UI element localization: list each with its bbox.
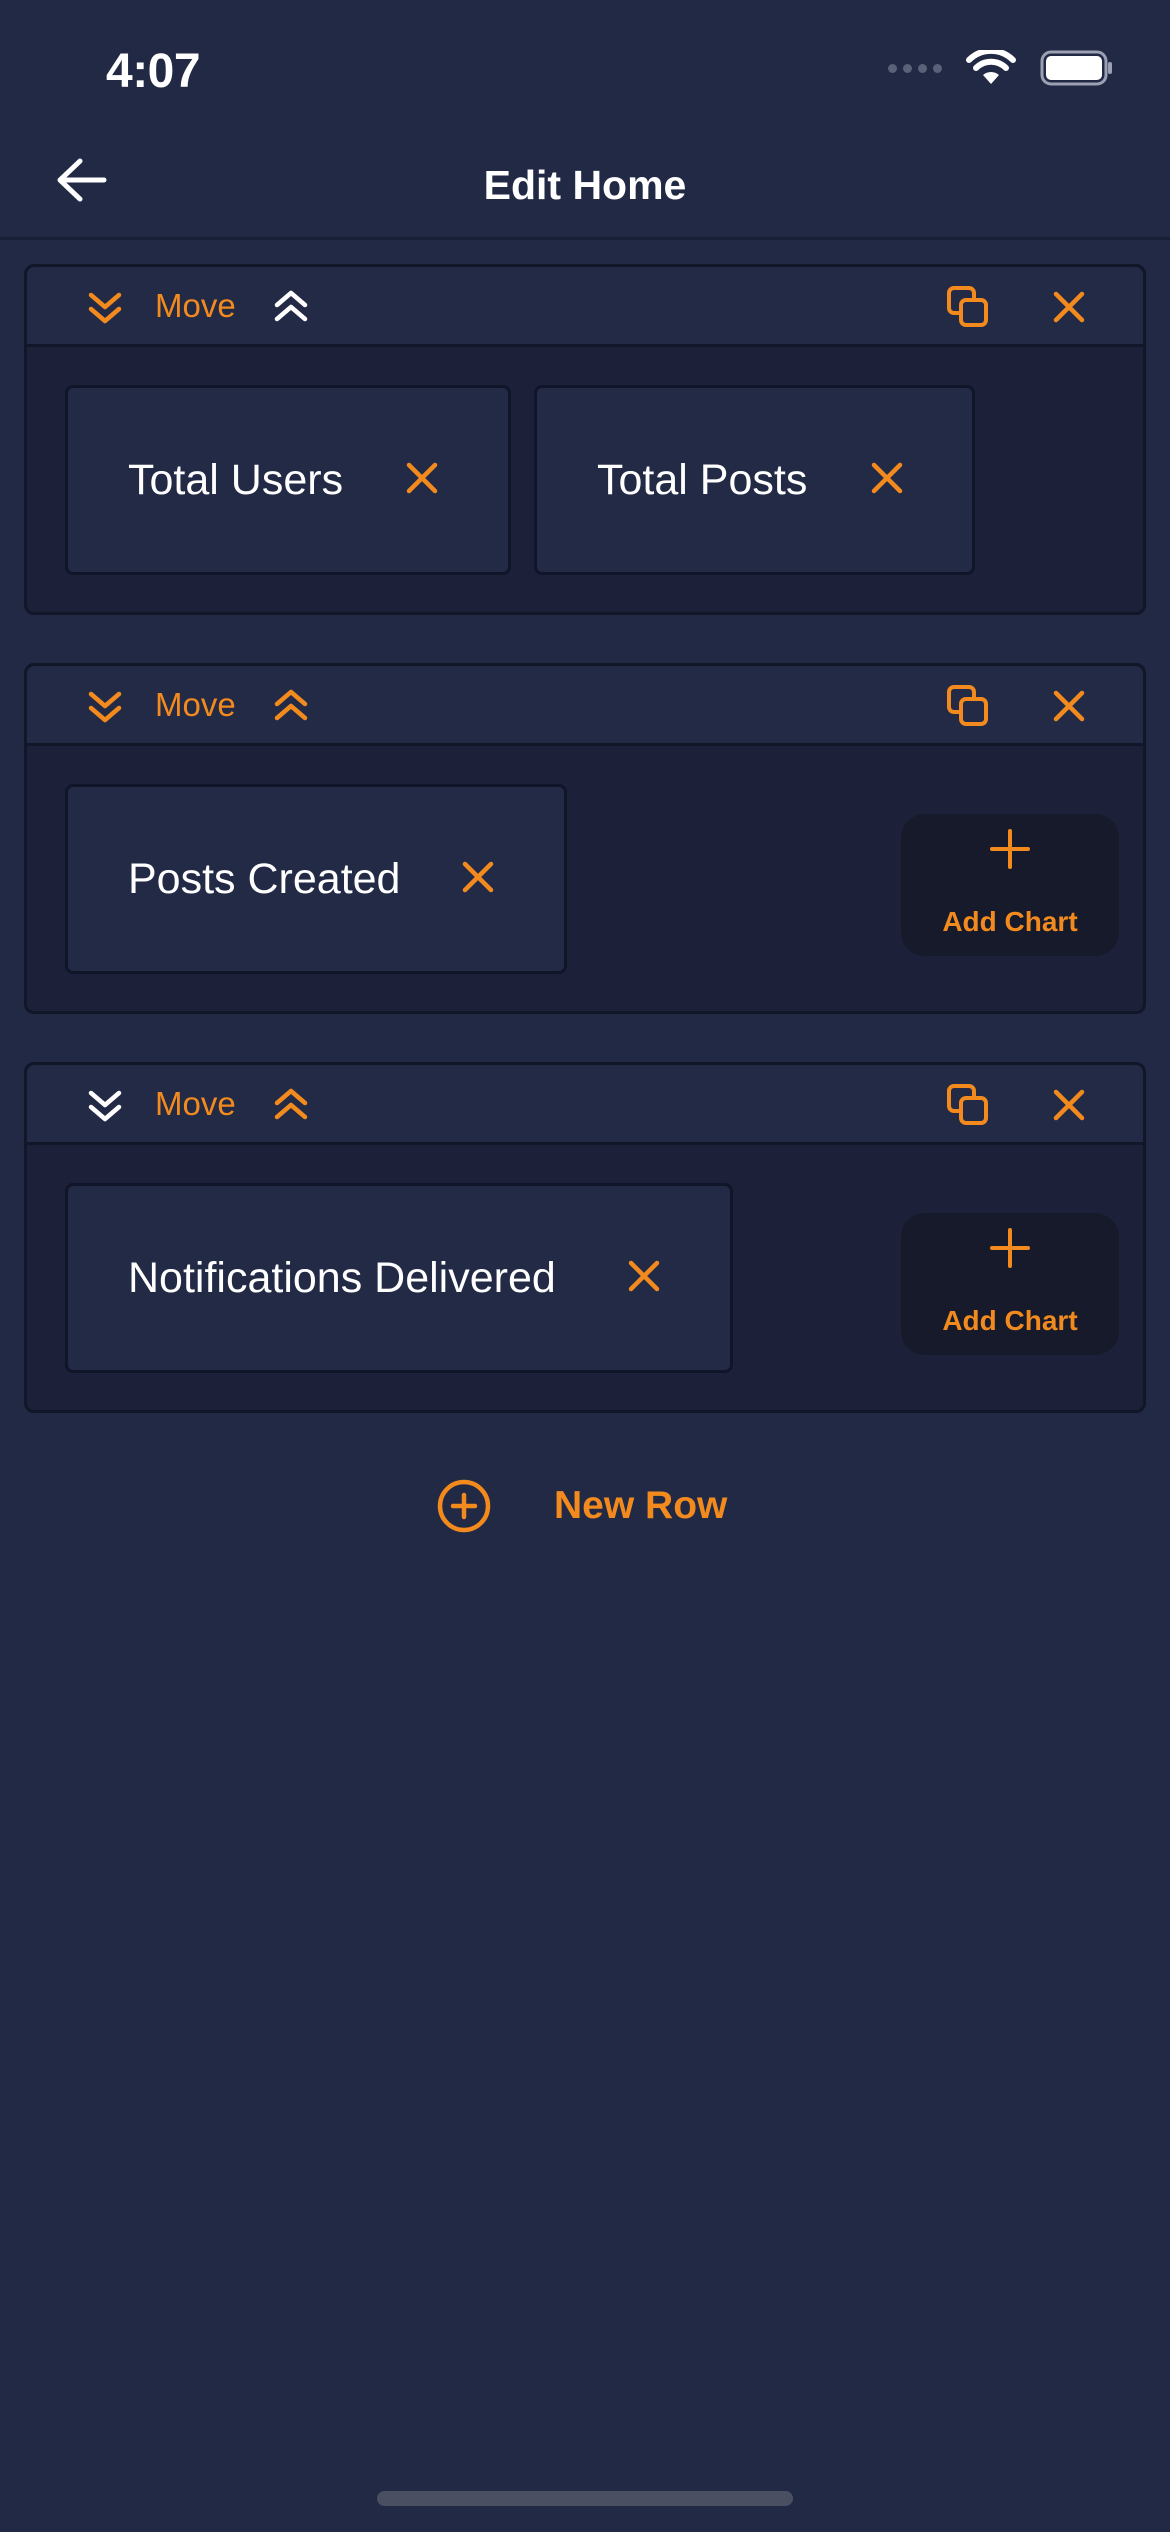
status-time: 4:07 [106, 45, 201, 98]
dashboard-row: Move Total Users Total Posts [24, 264, 1146, 615]
wifi-icon [966, 50, 1016, 84]
close-icon [871, 462, 903, 494]
add-circle-icon [437, 1479, 491, 1533]
close-icon [1053, 690, 1085, 722]
chevron-double-up-icon [274, 290, 308, 322]
add-chart-label: Add Chart [942, 906, 1078, 937]
battery-icon [1040, 50, 1112, 86]
close-icon [628, 1260, 660, 1292]
home-indicator[interactable] [377, 2491, 793, 2506]
header-divider [0, 237, 1170, 240]
chart-label: Posts Created [128, 855, 401, 903]
delete-row-button[interactable] [1045, 283, 1093, 331]
move-up-button[interactable] [267, 283, 315, 331]
duplicate-row-button[interactable] [944, 283, 992, 331]
chart-card[interactable]: Notifications Delivered [65, 1183, 733, 1373]
plus-icon [990, 1228, 1030, 1268]
page-title: Edit Home [483, 162, 687, 208]
row-toolbar: Move [27, 666, 1143, 746]
chart-label: Total Posts [597, 456, 808, 504]
move-up-button[interactable] [267, 1081, 315, 1129]
close-icon [462, 861, 494, 893]
plus-icon [990, 829, 1030, 869]
chart-card[interactable]: Total Posts [534, 385, 975, 575]
remove-chart-button[interactable] [620, 1252, 668, 1300]
copy-icon [947, 286, 988, 327]
add-chart-label: Add Chart [942, 1305, 1078, 1336]
move-label: Move [155, 1085, 236, 1122]
chevron-double-down-icon [88, 292, 122, 324]
new-row-button[interactable]: New Row [436, 1474, 727, 1538]
chart-label: Notifications Delivered [128, 1254, 556, 1302]
move-label: Move [155, 287, 236, 324]
dashboard-row: Move Posts Created Add Chart [24, 663, 1146, 1014]
copy-icon [947, 685, 988, 726]
delete-row-button[interactable] [1045, 682, 1093, 730]
copy-icon [947, 1084, 988, 1125]
chevron-double-up-icon [274, 689, 308, 721]
close-icon [406, 462, 438, 494]
chevron-double-up-icon [274, 1088, 308, 1120]
move-up-button[interactable] [267, 682, 315, 730]
move-down-button[interactable] [81, 1081, 129, 1129]
chevron-double-down-icon [88, 691, 122, 723]
move-down-button[interactable] [81, 682, 129, 730]
add-chart-button[interactable]: Add Chart [901, 814, 1119, 956]
signal-icon [888, 63, 942, 73]
status-icons [888, 50, 1114, 86]
delete-row-button[interactable] [1045, 1081, 1093, 1129]
dashboard-row: Move Notifications Delivered Add Chart [24, 1062, 1146, 1413]
move-label: Move [155, 686, 236, 723]
close-icon [1053, 291, 1085, 323]
chevron-double-down-icon [88, 1090, 122, 1122]
chart-card[interactable]: Posts Created [65, 784, 567, 974]
duplicate-row-button[interactable] [944, 1081, 992, 1129]
close-icon [1053, 1089, 1085, 1121]
move-down-button[interactable] [81, 283, 129, 331]
remove-chart-button[interactable] [863, 454, 911, 502]
row-toolbar: Move [27, 267, 1143, 347]
duplicate-row-button[interactable] [944, 682, 992, 730]
new-row-label: New Row [554, 1484, 728, 1527]
remove-chart-button[interactable] [398, 454, 446, 502]
remove-chart-button[interactable] [454, 853, 502, 901]
add-chart-button[interactable]: Add Chart [901, 1213, 1119, 1355]
chart-card[interactable]: Total Users [65, 385, 511, 575]
row-toolbar: Move [27, 1065, 1143, 1145]
chart-label: Total Users [128, 456, 344, 504]
